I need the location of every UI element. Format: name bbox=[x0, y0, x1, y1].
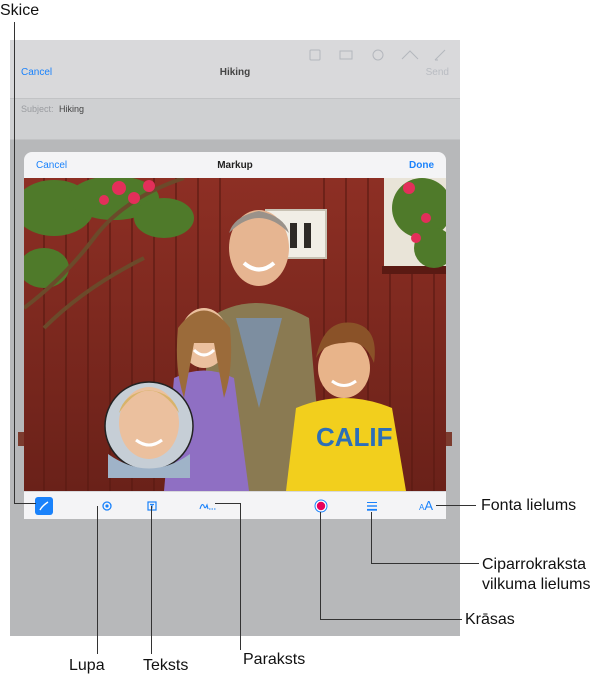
pen-icon bbox=[39, 501, 49, 511]
callout-font-size: Fonta lielums bbox=[481, 497, 577, 514]
line-width-button[interactable] bbox=[363, 497, 381, 515]
text-tool-button[interactable] bbox=[143, 497, 161, 515]
mail-toolbar-icons bbox=[309, 49, 446, 61]
ipad-screen: Cancel Hiking Send Subject: Hiking Cance… bbox=[10, 40, 460, 636]
callout-signature: Paraksts bbox=[243, 651, 306, 668]
markup-nav-bar: Cancel Markup Done bbox=[24, 152, 446, 178]
callout-line-font-size bbox=[436, 505, 476, 506]
callout-line-signature bbox=[240, 503, 241, 650]
svg-text:CALIF: CALIF bbox=[316, 422, 393, 452]
callout-line-width-line2: vilkuma lielums bbox=[482, 576, 591, 593]
markup-title: Markup bbox=[217, 160, 253, 171]
color-swatch-icon bbox=[314, 499, 328, 513]
callout-line-width-h bbox=[371, 563, 479, 564]
callout-magnifier: Lupa bbox=[69, 657, 105, 674]
color-picker-button[interactable] bbox=[312, 497, 330, 515]
signature-icon bbox=[199, 503, 216, 510]
text-box-icon bbox=[147, 501, 157, 511]
callout-line-text bbox=[151, 506, 152, 654]
callout-line-signature-h bbox=[215, 503, 240, 504]
magnifier-icon bbox=[102, 501, 112, 511]
callout-text: Teksts bbox=[143, 657, 189, 674]
mail-subject-row[interactable]: Subject: Hiking bbox=[10, 98, 460, 140]
signature-tool-button[interactable] bbox=[197, 497, 219, 515]
callout-sketch: Skice bbox=[0, 2, 40, 19]
callout-line-sketch-h bbox=[14, 503, 36, 504]
mail-title-row: Cancel Hiking Send bbox=[10, 64, 460, 86]
magnifier-tool-button[interactable] bbox=[98, 497, 116, 515]
line-width-icon bbox=[367, 502, 377, 511]
markup-sheet: Cancel Markup Done CALIF AA bbox=[24, 152, 446, 519]
callout-line-colors bbox=[320, 512, 321, 620]
mail-compose-header: Cancel Hiking Send bbox=[10, 40, 460, 98]
mail-toolbar-row bbox=[10, 44, 460, 66]
callout-line-width bbox=[371, 512, 372, 564]
mail-title: Hiking bbox=[219, 67, 251, 78]
sketch-tool-button[interactable] bbox=[35, 497, 53, 515]
callout-line-width-line1: Ciparrokraksta bbox=[482, 556, 587, 573]
callout-line-colors-h bbox=[320, 619, 462, 620]
subject-label: Subject: bbox=[21, 104, 54, 114]
markup-toolbar: AA bbox=[24, 491, 446, 519]
family-photo: CALIF bbox=[24, 178, 446, 491]
mail-send-button[interactable]: Send bbox=[426, 67, 449, 78]
font-size-icon: AA bbox=[418, 498, 433, 513]
callout-line-sketch bbox=[14, 22, 15, 504]
markup-done-button[interactable]: Done bbox=[409, 160, 434, 171]
callout-line-magnifier bbox=[97, 506, 98, 654]
font-size-button[interactable]: AA bbox=[414, 497, 438, 515]
background-edge bbox=[446, 432, 452, 446]
subject-value: Hiking bbox=[59, 104, 85, 114]
callout-colors: Krāsas bbox=[465, 611, 515, 628]
